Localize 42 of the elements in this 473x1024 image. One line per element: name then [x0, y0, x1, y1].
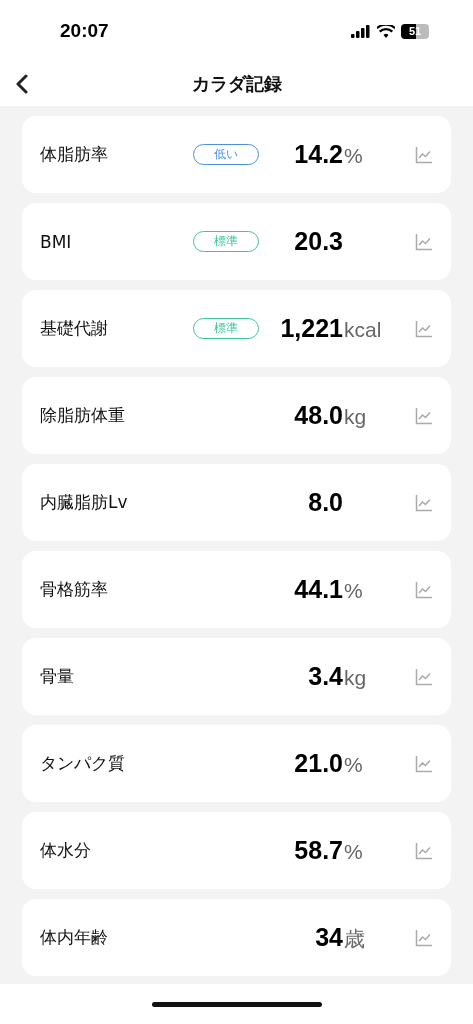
chart-icon[interactable]: [415, 754, 433, 773]
metric-value: 58.7: [293, 836, 343, 865]
chart-icon[interactable]: [415, 493, 433, 512]
metric-unit: %: [344, 753, 363, 777]
metric-value: 14.2: [293, 140, 343, 169]
metric-unit: kg: [344, 405, 367, 429]
metric-name: 体内年齢: [40, 926, 109, 949]
metric-unit: kcal: [344, 318, 382, 342]
metric-name: 除脂肪体重: [40, 404, 126, 427]
chart-icon[interactable]: [415, 928, 433, 947]
chart-icon[interactable]: [415, 841, 433, 860]
wifi-icon: [377, 24, 395, 38]
metric-value: 1,221: [283, 314, 343, 343]
metric-value: 3.4: [307, 662, 343, 691]
metric-value: 8.0: [307, 488, 343, 517]
metric-value: 21.0: [293, 749, 343, 778]
metric-name: 骨量: [40, 665, 75, 688]
metric-name: タンパク質: [40, 752, 126, 775]
metric-value: 20.3: [293, 227, 343, 256]
metric-name: 体水分: [40, 839, 92, 862]
chart-icon[interactable]: [415, 580, 433, 599]
chart-icon[interactable]: [415, 406, 433, 425]
signal-icon: [351, 24, 371, 38]
metric-unit: kg: [344, 666, 367, 690]
metric-unit: %: [344, 840, 363, 864]
metric-name: BMI: [40, 231, 73, 252]
metric-unit: %: [344, 579, 363, 603]
metric-value: 34: [314, 922, 343, 952]
chart-icon[interactable]: [415, 232, 433, 251]
metric-name: 基礎代謝: [40, 317, 109, 340]
metric-value: 48.0: [293, 401, 343, 430]
metric-name: 内臓脂肪Lv: [40, 491, 129, 514]
metric-value: 44.1: [293, 575, 343, 604]
status-time: 20:07: [60, 20, 109, 42]
page-title: カラダ記録: [191, 72, 282, 96]
chart-icon[interactable]: [415, 667, 433, 686]
metric-unit: %: [344, 144, 363, 168]
metric-unit: 歳: [344, 925, 365, 952]
metric-name: 体脂肪率: [40, 143, 109, 166]
metric-name: 骨格筋率: [40, 578, 109, 601]
chart-icon[interactable]: [415, 319, 433, 338]
chart-icon[interactable]: [415, 145, 433, 164]
